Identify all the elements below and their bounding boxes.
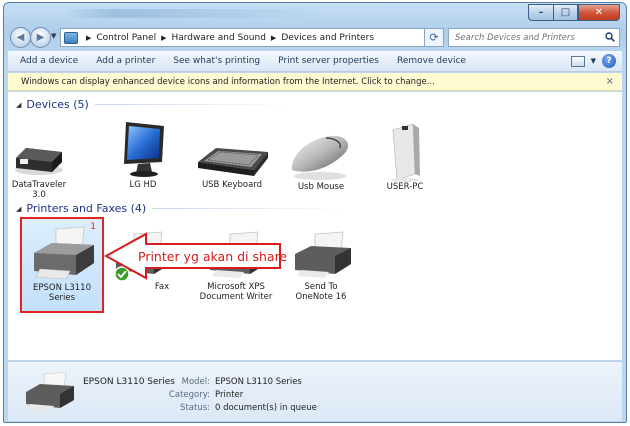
mouse-icon — [291, 135, 348, 180]
computer-tower-icon — [391, 123, 420, 182]
device-usb-mouse[interactable]: Usb Mouse — [284, 130, 358, 192]
printer-label-line1: Microsoft XPS — [207, 282, 265, 292]
printer-label-line2: Document Writer — [199, 292, 273, 302]
search-input[interactable] — [449, 32, 599, 43]
breadcrumb-separator-icon[interactable]: ▶ — [86, 34, 91, 42]
device-user-pc[interactable]: USER-PC — [370, 120, 440, 192]
breadcrumb-separator-icon[interactable]: ▶ — [161, 34, 166, 42]
device-label: DataTraveler 3.0 — [11, 180, 67, 200]
view-dropdown-icon[interactable]: ▼ — [591, 57, 596, 65]
info-bar-text: Windows can display enhanced device icon… — [21, 76, 435, 87]
change-view-icon[interactable] — [570, 55, 585, 67]
window: – □ ✕ ◀ ▶ ▼ ▶ Control Panel ▶ Hardware a… — [3, 2, 627, 423]
printer-icon — [34, 226, 94, 280]
printer-label-line1: Send To — [304, 282, 338, 292]
group-divider — [152, 208, 353, 209]
see-whats-printing-button[interactable]: See what's printing — [164, 56, 269, 66]
close-window-button[interactable]: ✕ — [578, 4, 620, 21]
group-divider — [94, 104, 295, 105]
device-label: Usb Mouse — [297, 182, 345, 192]
device-label: LG HD — [129, 180, 157, 190]
details-status-label: Status: — [180, 403, 210, 413]
address-bar[interactable]: ▶ Control Panel ▶ Hardware and Sound ▶ D… — [60, 28, 443, 47]
device-usb-keyboard[interactable]: USB Keyboard — [192, 140, 272, 190]
details-category-value: Printer — [215, 390, 244, 400]
control-panel-icon — [64, 31, 78, 44]
add-printer-button[interactable]: Add a printer — [87, 56, 164, 66]
device-lg-hd[interactable]: LG HD — [108, 118, 178, 190]
search-box[interactable] — [448, 28, 620, 47]
group-header-printers[interactable]: ◢ Printers and Faxes (4) — [16, 202, 353, 215]
printer-icon — [26, 372, 74, 412]
printer-label-line2: Series — [48, 293, 76, 303]
group-title: Devices (5) — [26, 98, 89, 111]
printer-onenote[interactable]: Send To OneNote 16 — [286, 230, 356, 302]
usb-drive-icon — [15, 148, 63, 175]
monitor-icon — [124, 122, 164, 177]
details-model-label: Model: — [181, 377, 210, 387]
collapse-triangle-icon[interactable]: ◢ — [16, 205, 21, 213]
minimize-button[interactable]: – — [528, 4, 553, 21]
address-row: ◀ ▶ ▼ ▶ Control Panel ▶ Hardware and Sou… — [8, 26, 622, 50]
print-server-properties-button[interactable]: Print server properties — [269, 56, 388, 66]
breadcrumb-devices-and-printers[interactable]: Devices and Printers — [281, 33, 374, 43]
device-list: ◢ Devices (5) DataTraveler 3.0 LG HD USB… — [8, 92, 622, 360]
device-datatraveler[interactable]: DataTraveler 3.0 — [8, 130, 70, 200]
keyboard-icon — [198, 148, 268, 176]
group-title: Printers and Faxes (4) — [26, 202, 147, 215]
group-header-devices[interactable]: ◢ Devices (5) — [16, 98, 295, 111]
back-arrow-icon[interactable]: ◀ — [10, 27, 31, 48]
details-pane: EPSON L3110 Series Model: EPSON L3110 Se… — [8, 361, 622, 421]
recent-pages-dropdown[interactable]: ▼ — [51, 32, 56, 40]
selection-number-badge: 1 — [90, 222, 96, 232]
search-icon[interactable] — [605, 32, 615, 42]
collapse-triangle-icon[interactable]: ◢ — [16, 101, 21, 109]
breadcrumb-separator-icon[interactable]: ▶ — [271, 34, 276, 42]
details-category-label: Category: — [168, 390, 210, 400]
command-bar-right: ▼ ? — [570, 54, 616, 68]
maximize-button[interactable]: □ — [553, 4, 578, 21]
remove-device-button[interactable]: Remove device — [388, 56, 475, 66]
forward-arrow-icon[interactable]: ▶ — [30, 27, 51, 48]
breadcrumb-hardware-and-sound[interactable]: Hardware and Sound — [171, 33, 265, 43]
printer-label-line1: EPSON L3110 — [32, 283, 91, 293]
title-text-blurred — [64, 9, 324, 18]
annotation-text: Printer yg akan di share — [138, 249, 288, 264]
printer-icon — [295, 231, 351, 278]
help-icon[interactable]: ? — [602, 54, 616, 68]
add-device-button[interactable]: Add a device — [8, 56, 87, 66]
printer-epson-l3110-selected[interactable]: 1 EPSON L3110 Series — [20, 217, 104, 313]
title-bar[interactable]: – □ ✕ — [4, 3, 626, 25]
printer-label-line2: OneNote 16 — [295, 292, 347, 302]
details-status-value: 0 document(s) in queue — [215, 403, 317, 413]
command-bar: Add a device Add a printer See what's pr… — [8, 51, 622, 72]
breadcrumb-control-panel[interactable]: Control Panel — [96, 33, 156, 43]
device-label: USB Keyboard — [201, 180, 263, 190]
close-icon[interactable]: × — [606, 76, 614, 87]
info-bar[interactable]: Windows can display enhanced device icon… — [8, 73, 622, 91]
window-controls: – □ ✕ — [528, 4, 620, 21]
refresh-icon[interactable]: ⟳ — [424, 28, 444, 47]
printer-label: Fax — [154, 282, 170, 292]
device-label: USER-PC — [386, 182, 424, 192]
details-model-value: EPSON L3110 Series — [215, 377, 302, 387]
